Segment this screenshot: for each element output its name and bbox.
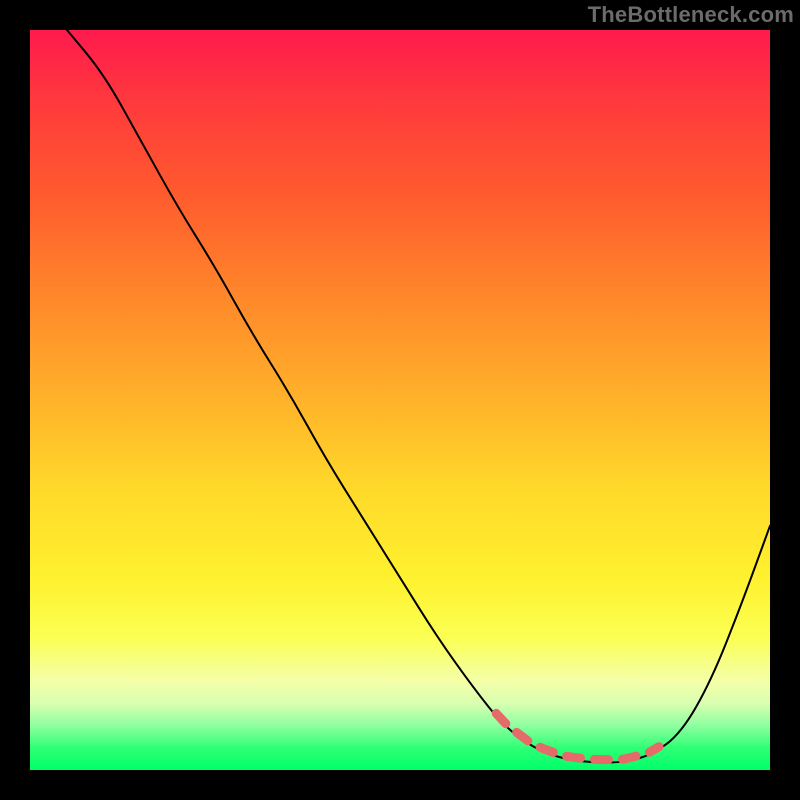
chart-overlay [30, 30, 770, 770]
watermark-text: TheBottleneck.com [588, 2, 794, 28]
bottleneck-curve [67, 30, 770, 763]
chart-frame: TheBottleneck.com [0, 0, 800, 800]
plot-area [30, 30, 770, 770]
sweet-spot-band [496, 713, 659, 759]
